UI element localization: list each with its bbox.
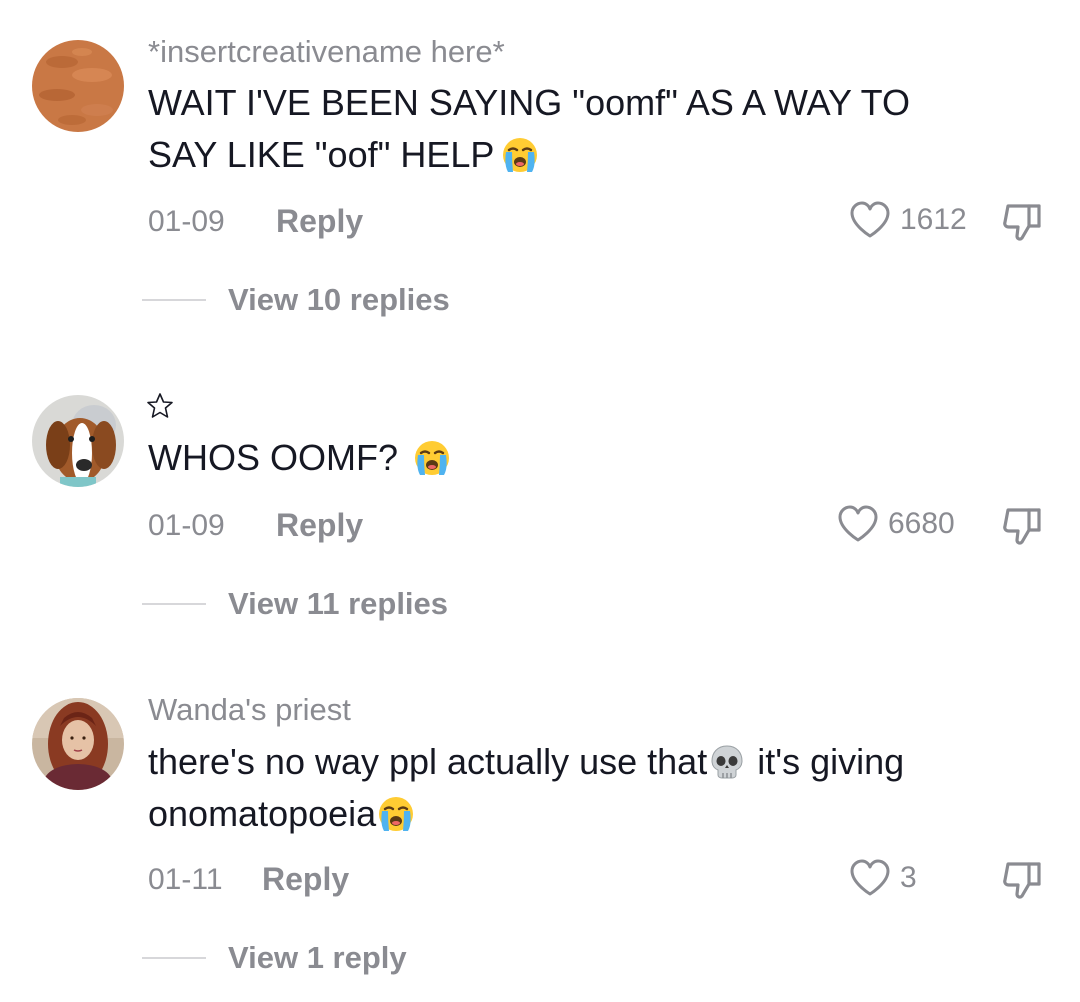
skull-emoji: [707, 742, 747, 782]
comment-3: Wanda's priest there's no way ppl actual…: [0, 660, 1080, 1002]
comment-text-line: it's giving: [757, 741, 905, 782]
dislike-button[interactable]: [1000, 504, 1044, 548]
reply-button[interactable]: Reply: [262, 861, 349, 897]
heart-icon: [836, 504, 880, 544]
like-count: 1612: [900, 203, 967, 236]
star-outline-icon: [147, 393, 173, 418]
comment-text-line: SAY LIKE "oof" HELP: [148, 134, 495, 175]
avatar[interactable]: [32, 698, 124, 790]
comment-text: WAIT I'VE BEEN SAYING "oomf" AS A WAY TO…: [148, 77, 1028, 181]
heart-icon: [848, 200, 892, 240]
username[interactable]: *insertcreativename here*: [148, 34, 505, 70]
comment-1: *insertcreativename here* WAIT I'VE BEEN…: [0, 0, 1080, 340]
divider-line: [142, 603, 206, 605]
dislike-button[interactable]: [1000, 200, 1044, 244]
like-button[interactable]: 6680: [836, 504, 955, 544]
reply-button[interactable]: Reply: [276, 203, 363, 239]
like-count: 3: [900, 861, 917, 894]
like-button[interactable]: 3: [848, 858, 917, 898]
like-button[interactable]: 1612: [848, 200, 967, 240]
view-replies-label: View 11 replies: [228, 586, 449, 621]
comment-date: 01-09: [148, 509, 225, 542]
view-replies-button[interactable]: View 10 replies: [142, 282, 450, 318]
avatar[interactable]: [32, 395, 124, 487]
comment-2: WHOS OOMF? 01-09 Reply 6680 View 11 repl…: [0, 340, 1080, 660]
divider-line: [142, 299, 206, 301]
view-replies-button[interactable]: View 1 reply: [142, 940, 407, 976]
comment-text-line: WAIT I'VE BEEN SAYING "oomf" AS A WAY TO: [148, 82, 911, 123]
comment-text: WHOS OOMF?: [148, 432, 1028, 484]
comment-date: 01-09: [148, 205, 225, 238]
view-replies-label: View 10 replies: [228, 282, 450, 317]
comment-date: 01-11: [148, 863, 223, 896]
divider-line: [142, 957, 206, 959]
comment-text: there's no way ppl actually use that it'…: [148, 736, 1028, 840]
comment-text-line: there's no way ppl actually use that: [148, 741, 708, 782]
like-count: 6680: [888, 507, 955, 540]
loudly-crying-face-emoji: [412, 438, 452, 478]
comment-text-line: onomatopoeia: [148, 793, 377, 834]
username[interactable]: Wanda's priest: [148, 692, 351, 728]
view-replies-label: View 1 reply: [228, 940, 407, 975]
avatar[interactable]: [32, 40, 124, 132]
thumbs-down-icon: [1000, 504, 1044, 548]
dislike-button[interactable]: [1000, 858, 1044, 902]
thumbs-down-icon: [1000, 200, 1044, 244]
loudly-crying-face-emoji: [376, 794, 416, 834]
reply-button[interactable]: Reply: [276, 507, 363, 543]
comment-text-line: WHOS OOMF?: [148, 437, 398, 478]
thumbs-down-icon: [1000, 858, 1044, 902]
loudly-crying-face-emoji: [500, 135, 540, 175]
view-replies-button[interactable]: View 11 replies: [142, 586, 448, 622]
heart-icon: [848, 858, 892, 898]
